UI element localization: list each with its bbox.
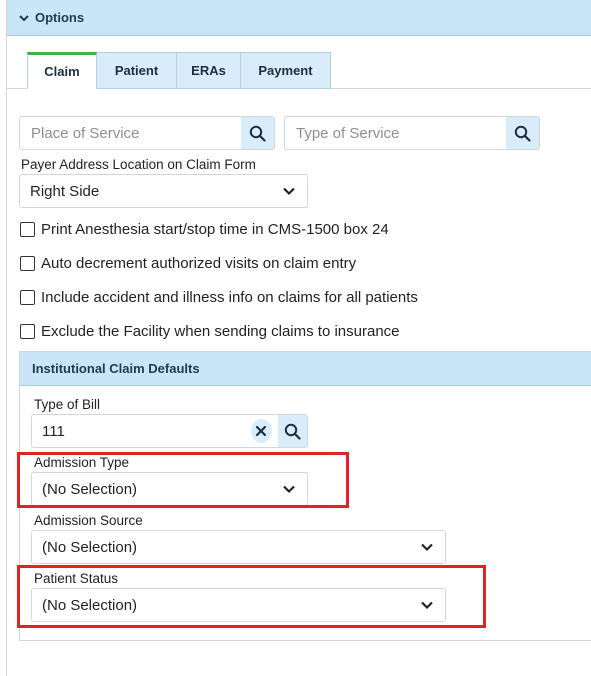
clear-type-of-bill-button[interactable] [251, 419, 272, 443]
tab-bar: Claim Patient ERAs Payment [27, 52, 331, 89]
anesthesia-checkbox[interactable] [20, 221, 35, 237]
chevron-down-icon [283, 187, 295, 196]
chevron-down-icon [421, 543, 433, 552]
auto-decrement-checkbox[interactable] [20, 255, 35, 271]
options-section-header[interactable]: Options [7, 0, 591, 36]
left-border [6, 0, 7, 676]
payer-address-label: Payer Address Location on Claim Form [21, 157, 256, 172]
checkbox-row-exclude-facility: Exclude the Facility when sending claims… [20, 321, 400, 341]
type-of-bill-label: Type of Bill [34, 397, 101, 412]
type-of-bill-input[interactable] [32, 415, 251, 447]
tab-patient[interactable]: Patient [97, 52, 177, 89]
search-icon [284, 423, 301, 440]
search-icon [514, 125, 531, 142]
admission-source-value: (No Selection) [42, 538, 138, 556]
payer-address-select[interactable]: Right Side [19, 174, 308, 208]
institutional-panel-title: Institutional Claim Defaults [20, 352, 591, 386]
patient-status-highlight-box [17, 565, 486, 628]
close-icon [256, 425, 267, 437]
type-of-service-field [284, 116, 540, 150]
anesthesia-checkbox-label: Print Anesthesia start/stop time in CMS-… [41, 220, 389, 238]
search-icon [249, 125, 266, 142]
exclude-facility-checkbox[interactable] [20, 323, 35, 339]
admission-source-label: Admission Source [34, 513, 143, 528]
checkbox-row-anesthesia: Print Anesthesia start/stop time in CMS-… [20, 219, 389, 239]
checkbox-row-accident-illness: Include accident and illness info on cla… [20, 287, 418, 307]
tab-payment[interactable]: Payment [241, 52, 331, 89]
options-title: Options [35, 10, 85, 25]
place-of-service-search-button[interactable] [241, 117, 274, 149]
place-of-service-input[interactable] [20, 117, 241, 149]
chevron-down-icon [19, 14, 29, 21]
exclude-facility-checkbox-label: Exclude the Facility when sending claims… [41, 322, 400, 340]
admission-type-highlight-box [17, 452, 349, 508]
type-of-service-input[interactable] [285, 117, 506, 149]
type-of-service-search-button[interactable] [506, 117, 539, 149]
auto-decrement-checkbox-label: Auto decrement authorized visits on clai… [41, 254, 357, 272]
accident-illness-checkbox[interactable] [20, 289, 35, 305]
accident-illness-checkbox-label: Include accident and illness info on cla… [41, 288, 418, 306]
type-of-bill-search-button[interactable] [277, 415, 307, 447]
tab-eras[interactable]: ERAs [177, 52, 241, 89]
type-of-bill-field [31, 414, 308, 448]
admission-source-select[interactable]: (No Selection) [31, 530, 446, 564]
place-of-service-field [19, 116, 275, 150]
checkbox-row-auto-decrement: Auto decrement authorized visits on clai… [20, 253, 356, 273]
tab-claim[interactable]: Claim [27, 52, 97, 89]
payer-address-value: Right Side [30, 182, 100, 200]
